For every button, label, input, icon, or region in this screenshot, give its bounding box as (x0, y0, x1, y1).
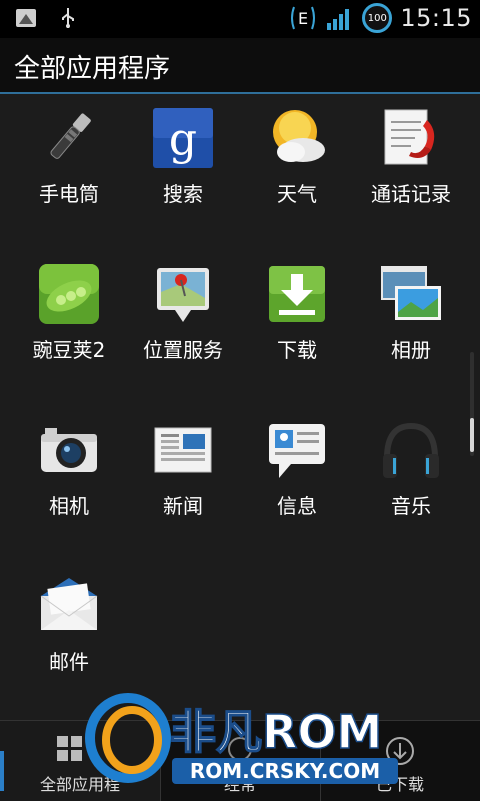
tab-downloaded[interactable]: 已下载 (320, 721, 480, 801)
app-label: 音乐 (391, 494, 431, 518)
news-icon (154, 427, 212, 473)
tab-frequent[interactable]: 经常 (160, 721, 320, 801)
app-label: 下载 (277, 338, 317, 362)
camera-icon (41, 428, 97, 472)
app-wandoujia[interactable]: 豌豆荚2 (12, 248, 126, 363)
svg-text:E: E (298, 9, 308, 28)
signal-icon (327, 9, 350, 30)
wandoujia-icon (39, 264, 99, 324)
clock: 15:15 (400, 4, 472, 32)
tab-label: 已下载 (375, 775, 424, 794)
gallery-icon (381, 266, 441, 320)
app-label: 信息 (277, 494, 317, 518)
app-gallery[interactable]: 相册 (354, 248, 468, 363)
usb-icon[interactable] (56, 6, 80, 30)
status-bar: E 100 15:15 (0, 0, 480, 38)
call-log-icon (384, 109, 435, 165)
notification-icon[interactable] (14, 6, 38, 30)
app-music[interactable]: 音乐 (354, 404, 468, 519)
grid-icon (57, 736, 82, 761)
app-search[interactable]: g 搜索 (126, 92, 240, 207)
star-icon (228, 737, 252, 761)
google-search-icon: g (153, 108, 213, 168)
svg-text:g: g (169, 114, 197, 165)
battery-indicator: 100 (362, 3, 393, 33)
app-label: 天气 (277, 182, 317, 206)
bottom-tab-bar: 全部应用程 经常 已下载 (0, 720, 480, 801)
app-label: 手电筒 (39, 182, 99, 206)
music-icon (383, 422, 439, 478)
app-camera[interactable]: 相机 (12, 404, 126, 519)
tab-label: 经常 (223, 775, 256, 794)
app-flashlight[interactable]: 手电筒 (12, 92, 126, 207)
app-label: 邮件 (49, 650, 89, 674)
app-news[interactable]: 新闻 (126, 404, 240, 519)
flashlight-icon (50, 113, 91, 159)
tab-all-apps[interactable]: 全部应用程 (0, 721, 160, 801)
weather-icon (273, 110, 325, 162)
app-download[interactable]: 下载 (240, 248, 354, 363)
download-icon (269, 266, 325, 322)
scrollbar-thumb[interactable] (470, 418, 474, 452)
download-tab-icon (386, 737, 414, 765)
mail-icon (40, 578, 98, 630)
app-call-log[interactable]: 通话记录 (354, 92, 468, 207)
app-label: 新闻 (163, 494, 203, 518)
messages-icon (269, 424, 325, 478)
app-label: 搜索 (163, 182, 203, 206)
app-mail[interactable]: 邮件 (12, 560, 126, 675)
app-label: 相机 (49, 494, 89, 518)
app-weather[interactable]: 天气 (240, 92, 354, 207)
tab-label: 全部应用程 (39, 775, 120, 794)
network-e-icon: E (291, 6, 316, 30)
page-title: 全部应用程序 (14, 54, 171, 84)
app-label: 相册 (391, 338, 431, 362)
location-service-icon (157, 268, 209, 322)
app-location[interactable]: 位置服务 (126, 248, 240, 363)
app-label: 豌豆荚2 (32, 338, 106, 362)
app-messages[interactable]: 信息 (240, 404, 354, 519)
app-label: 通话记录 (371, 182, 451, 206)
scrollbar[interactable] (470, 352, 474, 456)
title-bar: 全部应用程序 (0, 38, 480, 94)
app-label: 位置服务 (143, 338, 223, 362)
